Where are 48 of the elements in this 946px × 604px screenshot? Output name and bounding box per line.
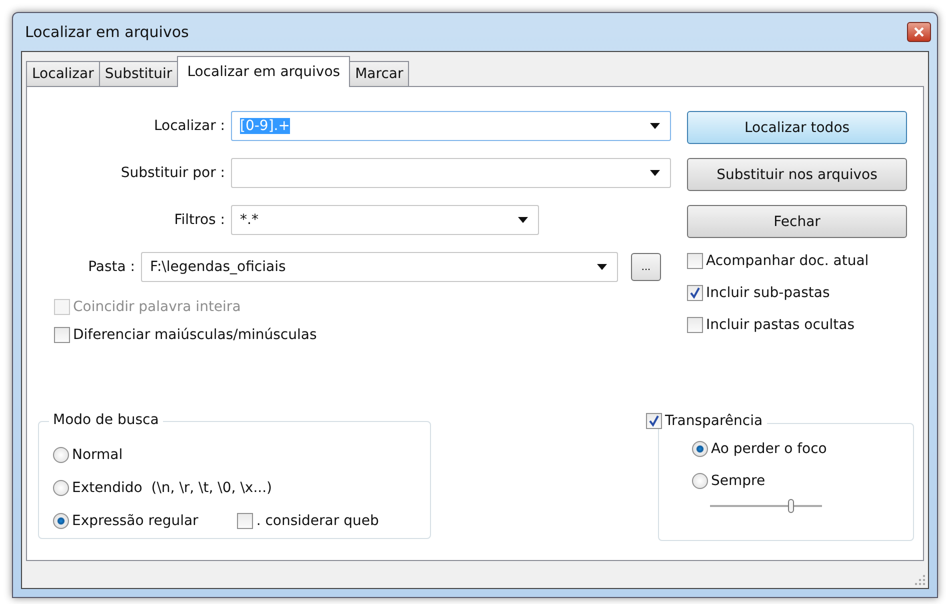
action-button[interactable]: Substituir nos arquivos xyxy=(687,158,907,191)
close-icon xyxy=(914,27,924,37)
checkbox[interactable] xyxy=(237,512,254,528)
checkbox-label: Incluir pastas ocultas xyxy=(706,317,855,333)
checkbox-label: Acompanhar doc. atual xyxy=(706,253,869,269)
checkbox-label: . considerar queb xyxy=(256,512,379,528)
radio-button[interactable] xyxy=(53,446,69,462)
checkbox-label: Transparência xyxy=(665,413,763,429)
field-label: Localizar : xyxy=(152,118,226,134)
dropdown-arrow-icon xyxy=(597,264,607,270)
checkbox-label: Diferenciar maiúsculas/minúsculas xyxy=(73,327,317,343)
combo-field[interactable]: *.* xyxy=(231,205,539,235)
field-label: Substituir por : xyxy=(120,165,226,181)
radio-button[interactable] xyxy=(692,441,708,457)
checkbox[interactable] xyxy=(687,253,703,269)
radio-label: Expressão regular xyxy=(72,512,198,528)
dropdown-arrow-icon xyxy=(650,123,660,129)
combo-field[interactable] xyxy=(231,158,671,188)
radio-button[interactable] xyxy=(53,480,69,496)
checkbox[interactable] xyxy=(687,317,703,333)
checkbox-label: Incluir sub-pastas xyxy=(706,285,830,301)
field-label: Filtros : xyxy=(173,212,226,228)
radio-label: Extendido (\n, \r, \t, \0, \x...) xyxy=(72,480,272,496)
dropdown-arrow-icon xyxy=(650,170,660,176)
checkbox-label: Coincidir palavra inteira xyxy=(73,299,241,315)
tab[interactable]: Substituir xyxy=(98,61,178,86)
tab[interactable]: Localizar em arquivos xyxy=(177,56,350,87)
field-label: Pasta : xyxy=(87,259,136,275)
close-button[interactable] xyxy=(907,22,931,42)
radio-label: Normal xyxy=(72,446,123,462)
slider-thumb[interactable] xyxy=(788,499,794,513)
tab[interactable]: Marcar xyxy=(349,61,410,86)
checkbox[interactable] xyxy=(54,327,70,343)
radio-button[interactable] xyxy=(692,473,708,489)
radio-label: Sempre xyxy=(711,473,766,489)
checkbox[interactable] xyxy=(687,285,703,301)
action-button[interactable]: Localizar todos xyxy=(687,111,907,144)
combo-field[interactable]: F:\legendas_oficiais xyxy=(141,252,618,282)
window-title: Localizar em arquivos xyxy=(24,23,189,41)
transparency-slider[interactable] xyxy=(710,499,822,513)
radio-button[interactable] xyxy=(53,512,69,528)
browse-button[interactable]: ... xyxy=(631,253,661,281)
resize-grip-icon xyxy=(915,575,925,585)
dropdown-arrow-icon xyxy=(518,217,528,223)
radio-label: Ao perder o foco xyxy=(711,441,827,457)
action-button[interactable]: Fechar xyxy=(687,205,907,238)
checkbox[interactable] xyxy=(646,413,662,429)
tab[interactable]: Localizar xyxy=(26,61,100,86)
